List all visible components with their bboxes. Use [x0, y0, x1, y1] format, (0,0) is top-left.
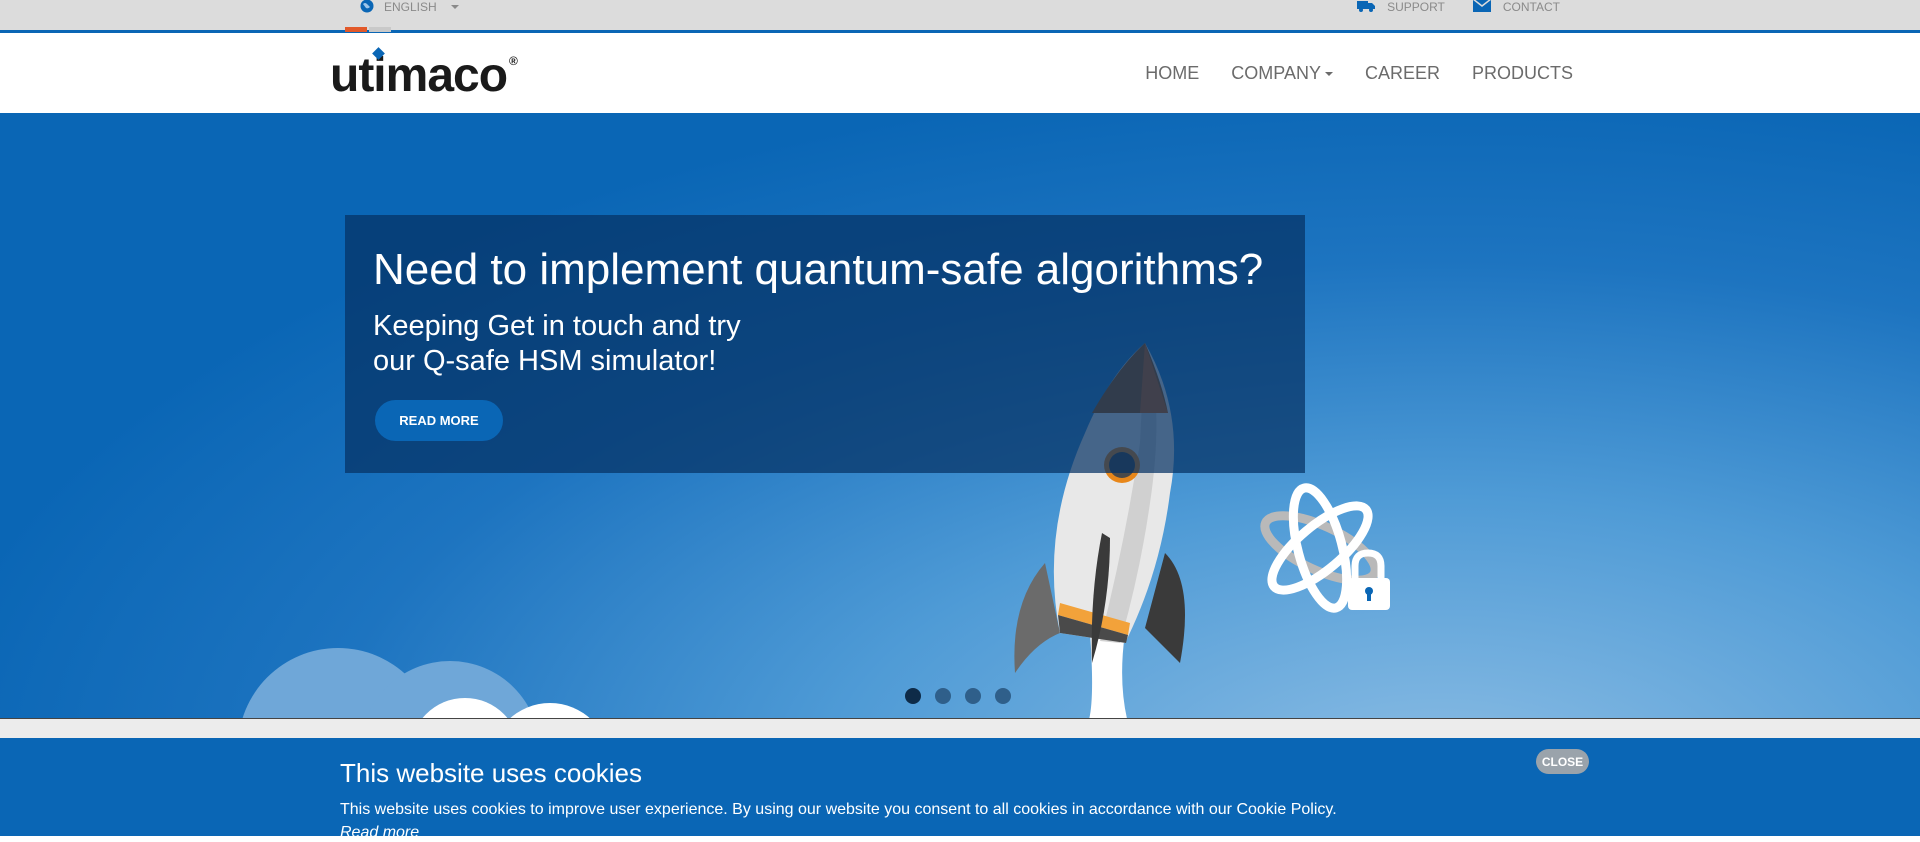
- globe-icon: [360, 0, 374, 16]
- slider-pagination: [905, 688, 1011, 704]
- cookie-close-button[interactable]: CLOSE: [1536, 749, 1589, 774]
- language-accent-bar: [345, 27, 391, 32]
- support-link[interactable]: SUPPORT: [1357, 0, 1445, 14]
- language-label: ENGLISH: [384, 0, 437, 14]
- nav-company-label: COMPANY: [1231, 63, 1321, 83]
- logo[interactable]: utimaco ®: [330, 48, 518, 103]
- atom-lock-icon: [1260, 483, 1390, 613]
- promo-title: Need to implement quantum-safe algorithm…: [373, 245, 1264, 294]
- nav-products[interactable]: PRODUCTS: [1472, 63, 1573, 84]
- promo-subtitle-line2: our Q-safe HSM simulator!: [373, 345, 717, 377]
- language-selector[interactable]: ENGLISH: [360, 0, 459, 14]
- logo-text: utimaco: [330, 49, 508, 102]
- top-utility-bar: ENGLISH SUPPORT CONTACT: [0, 0, 1920, 33]
- promo-subtitle-line1: Keeping Get in touch and try: [373, 310, 741, 342]
- utility-links: SUPPORT CONTACT: [1357, 0, 1560, 14]
- slider-dot-2[interactable]: [935, 688, 951, 704]
- site-header: utimaco ® HOME COMPANY CAREER PRODUCTS: [0, 33, 1920, 113]
- slider-dot-3[interactable]: [965, 688, 981, 704]
- cookie-read-more-link[interactable]: Read more: [340, 824, 419, 842]
- nav-career[interactable]: CAREER: [1365, 63, 1440, 84]
- contact-link[interactable]: CONTACT: [1472, 0, 1560, 15]
- contact-label: CONTACT: [1502, 0, 1560, 14]
- chevron-down-icon: [450, 5, 459, 9]
- truck-icon: [1357, 0, 1376, 15]
- cookie-title: This website uses cookies: [340, 758, 643, 788]
- support-label: SUPPORT: [1387, 0, 1445, 14]
- main-nav: HOME COMPANY CAREER PRODUCTS: [1145, 63, 1573, 84]
- envelope-icon: [1472, 0, 1491, 15]
- chevron-down-icon: [1324, 72, 1333, 77]
- slider-dot-1[interactable]: [905, 688, 921, 704]
- registered-mark: ®: [509, 54, 518, 68]
- cookie-banner: This website uses cookies This website u…: [0, 738, 1920, 841]
- nav-home[interactable]: HOME: [1145, 63, 1199, 84]
- hero-slider: Need to implement quantum-safe algorithm…: [0, 113, 1920, 719]
- promo-card: Need to implement quantum-safe algorithm…: [345, 215, 1305, 473]
- section-strip: [0, 719, 1920, 738]
- read-more-button[interactable]: READ MORE: [375, 400, 503, 441]
- promo-subtitle: Keeping Get in touch and try our Q-safe …: [373, 309, 973, 379]
- nav-company[interactable]: COMPANY: [1231, 63, 1333, 84]
- cookie-text: This website uses cookies to improve use…: [340, 801, 1337, 818]
- slider-dot-4[interactable]: [995, 688, 1011, 704]
